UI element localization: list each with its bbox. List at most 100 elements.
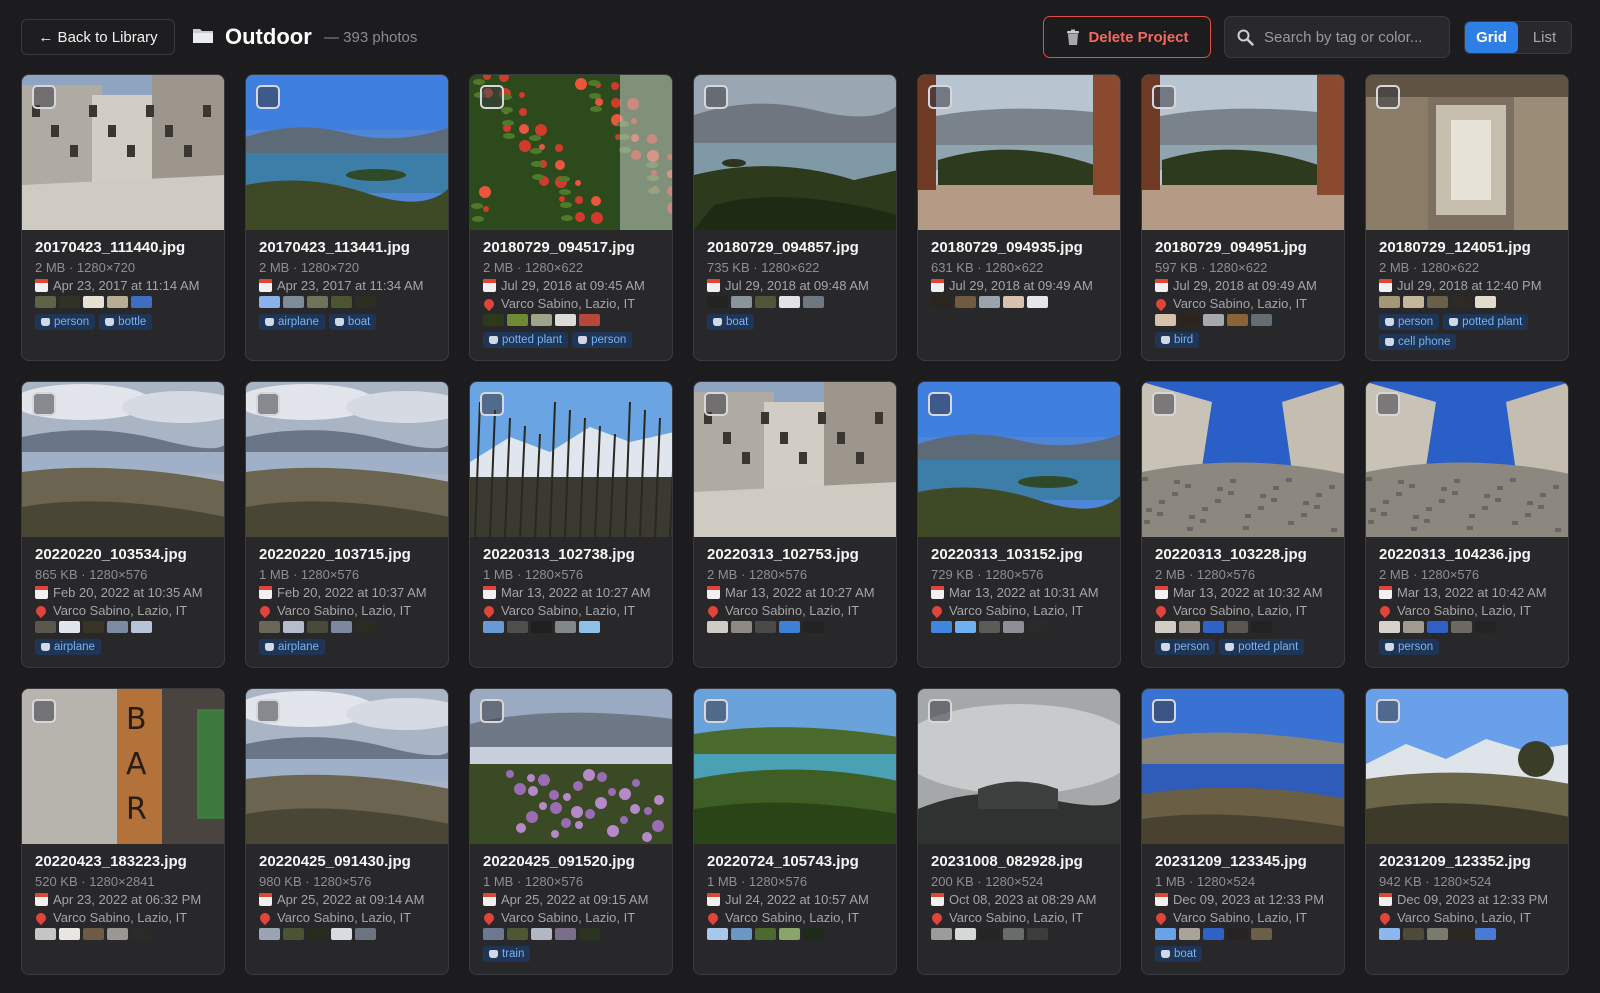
color-swatch[interactable] [483,928,504,940]
object-tag[interactable]: bird [1155,332,1200,348]
color-swatch[interactable] [1179,928,1200,940]
color-swatch[interactable] [1027,621,1048,633]
color-swatch[interactable] [1179,314,1200,326]
object-tag[interactable]: potted plant [483,332,569,348]
color-swatch[interactable] [979,621,1000,633]
photo-thumbnail[interactable] [1366,689,1568,844]
color-swatch[interactable] [483,314,504,326]
photo-card[interactable]: 20220425_091430.jpg 980 KB · 1280×576 Ap… [245,688,449,975]
color-swatch[interactable] [1003,621,1024,633]
color-swatch[interactable] [331,928,352,940]
photo-card[interactable]: 20220313_103152.jpg 729 KB · 1280×576 Ma… [917,381,1121,668]
photo-thumbnail[interactable] [246,689,448,844]
color-swatch[interactable] [555,621,576,633]
photo-thumbnail[interactable] [694,75,896,230]
color-swatch[interactable] [1427,928,1448,940]
photo-thumbnail[interactable] [694,689,896,844]
object-tag[interactable]: person [1379,314,1440,330]
grid-view-button[interactable]: Grid [1465,22,1518,53]
photo-card[interactable]: 20231209_123345.jpg 1 MB · 1280×524 Dec … [1141,688,1345,975]
color-swatch[interactable] [707,928,728,940]
select-checkbox[interactable] [480,699,504,723]
object-tag[interactable]: train [483,946,531,962]
color-swatch[interactable] [555,928,576,940]
color-swatch[interactable] [1003,928,1024,940]
color-swatch[interactable] [283,621,304,633]
photo-thumbnail[interactable] [470,75,672,230]
photo-card[interactable]: 20220313_102753.jpg 2 MB · 1280×576 Mar … [693,381,897,668]
photo-thumbnail[interactable] [470,382,672,538]
color-swatch[interactable] [1475,621,1496,633]
color-swatch[interactable] [1203,928,1224,940]
color-swatch[interactable] [803,928,824,940]
color-swatch[interactable] [507,621,528,633]
photo-card[interactable]: 20231209_123352.jpg 942 KB · 1280×524 De… [1365,688,1569,975]
select-checkbox[interactable] [704,699,728,723]
object-tag[interactable]: boat [707,314,755,330]
select-checkbox[interactable] [928,699,952,723]
object-tag[interactable]: person [572,332,633,348]
color-swatch[interactable] [131,928,152,940]
object-tag[interactable]: person [1155,639,1216,655]
color-swatch[interactable] [1475,296,1496,308]
photo-card[interactable]: 20220313_104236.jpg 2 MB · 1280×576 Mar … [1365,381,1569,668]
select-checkbox[interactable] [480,392,504,416]
photo-card[interactable]: 20180729_094935.jpg 631 KB · 1280×622 Ju… [917,74,1121,361]
select-checkbox[interactable] [1152,85,1176,109]
color-swatch[interactable] [35,621,56,633]
object-tag[interactable]: person [1379,639,1440,655]
color-swatch[interactable] [779,621,800,633]
color-swatch[interactable] [1251,314,1272,326]
photo-thumbnail[interactable] [470,689,672,844]
color-swatch[interactable] [1227,621,1248,633]
color-swatch[interactable] [259,621,280,633]
photo-thumbnail[interactable] [1366,75,1568,230]
photo-thumbnail[interactable] [1142,382,1344,537]
object-tag[interactable]: bottle [99,314,153,330]
photo-card[interactable]: 20231008_082928.jpg 200 KB · 1280×524 Oc… [917,688,1121,975]
color-swatch[interactable] [107,928,128,940]
color-swatch[interactable] [1227,314,1248,326]
color-swatch[interactable] [331,621,352,633]
color-swatch[interactable] [931,928,952,940]
color-swatch[interactable] [1475,928,1496,940]
color-swatch[interactable] [131,621,152,633]
color-swatch[interactable] [307,296,328,308]
photo-card[interactable]: 20220313_103228.jpg 2 MB · 1280×576 Mar … [1141,381,1345,668]
search-input[interactable] [1262,27,1446,47]
color-swatch[interactable] [1203,314,1224,326]
color-swatch[interactable] [283,296,304,308]
list-view-button[interactable]: List [1518,22,1571,53]
back-to-library-button[interactable]: ← Back to Library [21,19,175,55]
photo-thumbnail[interactable]: B A R [22,689,224,844]
color-swatch[interactable] [283,928,304,940]
color-swatch[interactable] [1403,928,1424,940]
photo-thumbnail[interactable] [1142,689,1344,844]
photo-thumbnail[interactable] [918,75,1120,230]
color-swatch[interactable] [1003,296,1024,308]
object-tag[interactable]: airplane [259,639,325,655]
color-swatch[interactable] [531,621,552,633]
select-checkbox[interactable] [1376,699,1400,723]
color-swatch[interactable] [107,296,128,308]
photo-card[interactable]: 20180729_094857.jpg 735 KB · 1280×622 Ju… [693,74,897,361]
photo-card[interactable]: 20220313_102738.jpg 1 MB · 1280×576 Mar … [469,381,673,668]
select-checkbox[interactable] [704,392,728,416]
color-swatch[interactable] [83,621,104,633]
color-swatch[interactable] [755,621,776,633]
select-checkbox[interactable] [1152,392,1176,416]
color-swatch[interactable] [955,621,976,633]
color-swatch[interactable] [579,928,600,940]
color-swatch[interactable] [731,928,752,940]
select-checkbox[interactable] [1376,392,1400,416]
color-swatch[interactable] [355,928,376,940]
color-swatch[interactable] [35,296,56,308]
photo-card[interactable]: B A R 20220423_183223.jpg 520 KB · 1280×… [21,688,225,975]
color-swatch[interactable] [731,296,752,308]
color-swatch[interactable] [1451,621,1472,633]
color-swatch[interactable] [531,928,552,940]
color-swatch[interactable] [1427,621,1448,633]
color-swatch[interactable] [59,621,80,633]
color-swatch[interactable] [1251,621,1272,633]
color-swatch[interactable] [1379,621,1400,633]
